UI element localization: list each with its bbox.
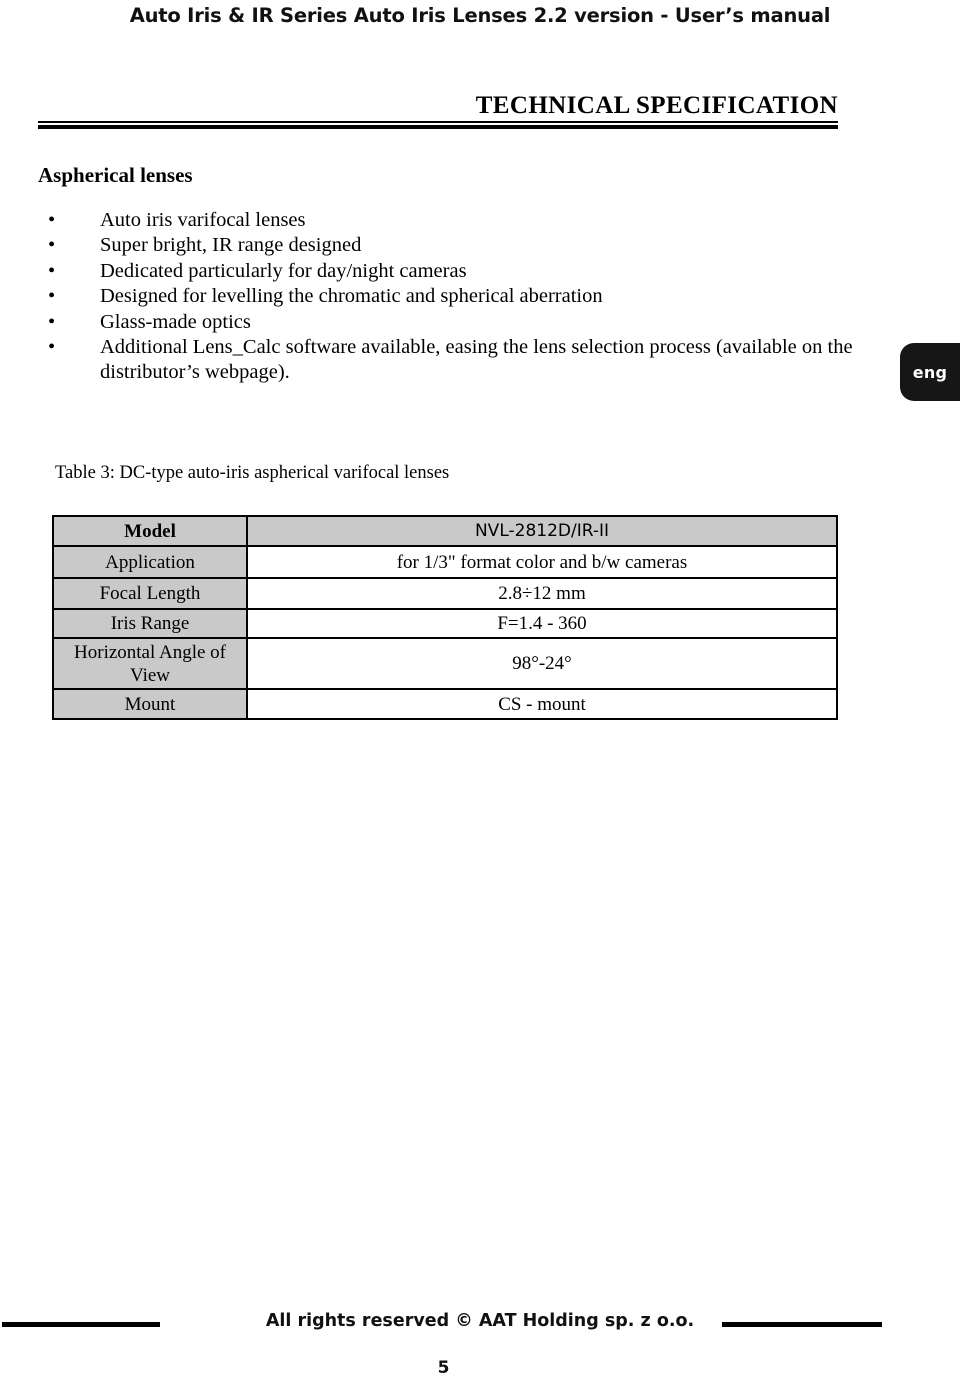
page-number: 5 [437, 1358, 450, 1378]
list-item: • Designed for levelling the chromatic a… [38, 284, 868, 309]
list-item-label: Glass-made optics [100, 310, 251, 333]
table-row-value: NVL-2812D/IR-II [246, 515, 838, 547]
table-row-value: 2.8÷12 mm [246, 577, 838, 610]
title-divider [38, 121, 838, 129]
bullet-icon: • [48, 259, 56, 282]
table-row-value: 98°-24° [246, 637, 838, 690]
table-row: Model NVL-2812D/IR-II [52, 515, 838, 547]
list-item-label: Auto iris varifocal lenses [100, 209, 306, 231]
language-tab-eng[interactable]: eng [900, 343, 960, 401]
list-item: • Dedicated particularly for day/night c… [38, 259, 868, 284]
list-item-label: Dedicated particularly for day/night cam… [100, 259, 467, 282]
bullet-icon: • [48, 209, 56, 231]
table-row-value: for 1/3" format color and b/w cameras [246, 545, 838, 579]
table-row: Focal Length 2.8÷12 mm [52, 577, 838, 610]
table-row-value: CS - mount [246, 688, 838, 720]
list-item: • Additional Lens_Calc software availabl… [38, 335, 868, 386]
footer-copyright: All rights reserved © AAT Holding sp. z … [265, 1311, 695, 1331]
table-row-label: Mount [52, 688, 248, 720]
running-header: Auto Iris & IR Series Auto Iris Lenses 2… [129, 4, 831, 27]
table-row-label: Iris Range [52, 608, 248, 639]
list-item: • Auto iris varifocal lenses [38, 208, 868, 233]
bullet-icon: • [48, 234, 56, 257]
table-row-value: F=1.4 - 360 [246, 608, 838, 639]
table-row: Application for 1/3" format color and b/… [52, 545, 838, 579]
list-item: • Glass-made optics [38, 310, 868, 335]
feature-list: • Auto iris varifocal lenses • Super bri… [38, 208, 868, 386]
table-row-label: Application [52, 545, 248, 579]
bullet-icon: • [48, 285, 56, 308]
title-divider-thin-line [38, 121, 838, 123]
table-row-label: Horizontal Angle of View [52, 637, 248, 690]
table-row-label: Model [52, 515, 248, 547]
bullet-icon: • [48, 310, 56, 333]
table-row: Iris Range F=1.4 - 360 [52, 608, 838, 639]
table-row: Horizontal Angle of View 98°-24° [52, 637, 838, 690]
list-item: • Super bright, IR range designed [38, 233, 868, 258]
list-item-label: Super bright, IR range designed [100, 234, 362, 257]
title-divider-thick-line [38, 125, 838, 129]
list-item-label: Additional Lens_Calc software available,… [100, 336, 853, 384]
bullet-icon: • [48, 336, 56, 359]
table-caption: Table 3: DC-type auto-iris aspherical va… [55, 463, 450, 483]
document-page: Auto Iris & IR Series Auto Iris Lenses 2… [0, 0, 960, 1388]
sub-heading: Aspherical lenses [38, 163, 193, 187]
table-row: Mount CS - mount [52, 688, 838, 720]
table-row-label: Focal Length [52, 577, 248, 610]
page-title: TECHNICAL SPECIFICATION [475, 92, 838, 119]
specification-table: Model NVL-2812D/IR-II Application for 1/… [52, 515, 838, 720]
list-item-label: Designed for levelling the chromatic and… [100, 285, 603, 308]
